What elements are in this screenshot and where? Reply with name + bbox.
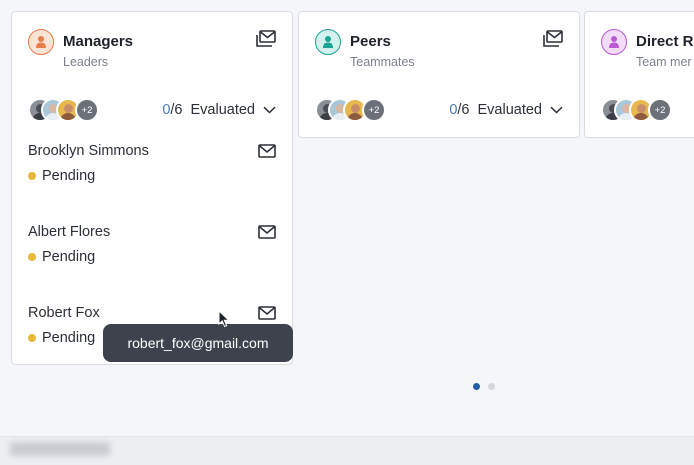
- status-label: Pending: [42, 168, 96, 184]
- card-subtitle: Leaders: [63, 55, 109, 69]
- reviewer-status: Pending: [28, 249, 95, 265]
- person-icon: [323, 36, 333, 48]
- mail-icon[interactable]: [258, 144, 276, 158]
- blurred-footer-text: [10, 442, 110, 456]
- footer-bar: [0, 436, 694, 465]
- status-dot: [28, 334, 36, 342]
- evaluated-count: 0: [449, 102, 458, 118]
- evaluated-label: Evaluated: [190, 102, 256, 118]
- status-label: Pending: [42, 330, 96, 346]
- person-icon: [36, 36, 46, 48]
- status-label: Pending: [42, 249, 96, 265]
- evaluation-summary: +2 0 /6 Evaluated: [28, 97, 276, 123]
- carousel-pagination: [473, 383, 495, 391]
- reviewer-status: Pending: [28, 168, 95, 184]
- reviewer-row: Albert Flores Pending: [28, 224, 276, 274]
- evaluation-summary: +2 0 /6 Evaluated: [315, 97, 563, 123]
- reviewer-name: Albert Flores: [28, 224, 111, 240]
- card-title: Peers: [350, 33, 391, 50]
- card-header: Managers Leaders: [28, 28, 276, 72]
- email-tooltip: robert_fox@gmail.com: [103, 324, 293, 362]
- chevron-down-icon: [550, 106, 563, 114]
- direct-reports-card: Direct Re Team mer +2: [584, 11, 694, 138]
- evaluated-total: /6: [170, 102, 183, 118]
- avatar-group: +2: [315, 97, 395, 123]
- evaluation-summary: +2: [601, 97, 694, 123]
- pagination-dot-active[interactable]: [473, 383, 480, 390]
- evaluated-label: Evaluated: [477, 102, 543, 118]
- more-avatars-badge: +2: [75, 98, 99, 122]
- managers-role-icon: [28, 29, 54, 55]
- reviewer-name: Brooklyn Simmons: [28, 143, 149, 159]
- evaluated-dropdown[interactable]: 0 /6 Evaluated: [162, 102, 276, 118]
- evaluated-dropdown[interactable]: 0 /6 Evaluated: [449, 102, 563, 118]
- send-all-emails-icon[interactable]: [256, 30, 276, 48]
- card-header: Peers Teammates: [315, 28, 563, 72]
- mail-icon[interactable]: [258, 306, 276, 320]
- card-header: Direct Re Team mer: [601, 28, 694, 72]
- managers-card: Managers Leaders +2 0 /6 Evaluated Brook…: [11, 11, 293, 365]
- card-subtitle: Team mer: [636, 55, 692, 69]
- card-title: Direct Re: [636, 33, 694, 50]
- status-dot: [28, 172, 36, 180]
- pagination-dot[interactable]: [488, 383, 495, 390]
- more-avatars-badge: +2: [362, 98, 386, 122]
- reviewer-row: Brooklyn Simmons Pending: [28, 143, 276, 193]
- peers-card: Peers Teammates +2 0 /6 Evaluated: [298, 11, 580, 138]
- avatar-group: +2: [601, 97, 681, 123]
- avatar-group: +2: [28, 97, 108, 123]
- more-avatars-badge: +2: [648, 98, 672, 122]
- card-title: Managers: [63, 33, 134, 50]
- card-subtitle: Teammates: [350, 55, 415, 69]
- mail-icon[interactable]: [258, 225, 276, 239]
- chevron-down-icon: [263, 106, 276, 114]
- person-icon: [609, 36, 619, 48]
- reviewer-name: Robert Fox: [28, 305, 100, 321]
- reviewer-status: Pending: [28, 330, 95, 346]
- evaluated-total: /6: [457, 102, 470, 118]
- mouse-cursor-icon: [218, 310, 230, 328]
- direct-reports-role-icon: [601, 29, 627, 55]
- peers-role-icon: [315, 29, 341, 55]
- evaluated-count: 0: [162, 102, 171, 118]
- send-all-emails-icon[interactable]: [543, 30, 563, 48]
- status-dot: [28, 253, 36, 261]
